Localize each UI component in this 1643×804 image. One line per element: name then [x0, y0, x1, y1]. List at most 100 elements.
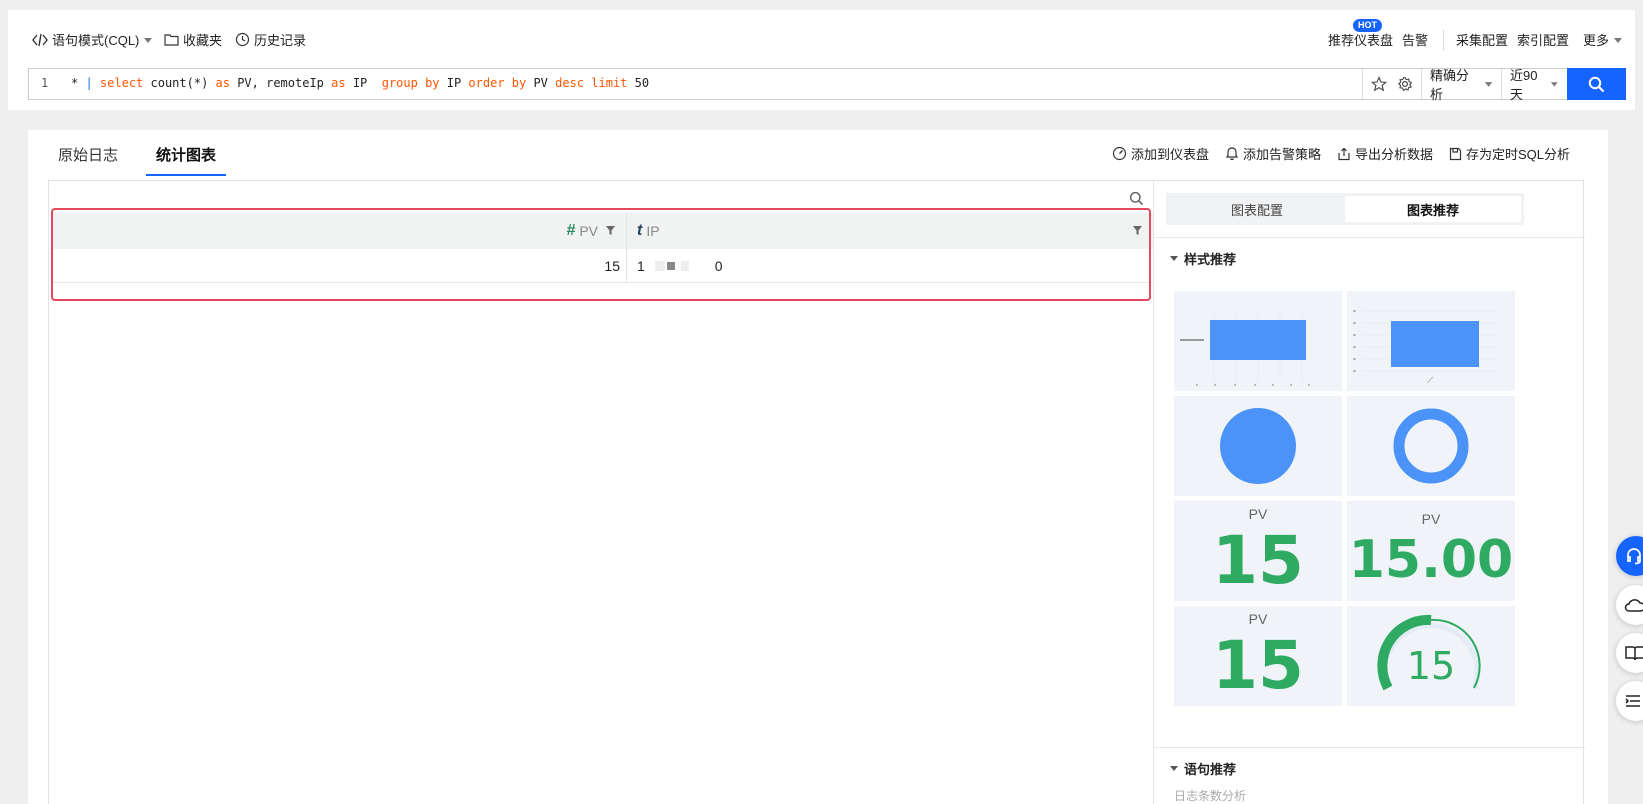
statement-recommend-header[interactable]: 语句推荐 [1170, 759, 1236, 778]
list-button[interactable] [1616, 681, 1643, 721]
statement-hint[interactable]: 日志条数分析 [1174, 787, 1246, 804]
time-range-select[interactable]: 近90天 [1501, 68, 1567, 102]
filter-icon[interactable] [1132, 225, 1143, 236]
save-scheduled-sql-button[interactable]: 存为定时SQL分析 [1449, 144, 1570, 163]
column-header-pv[interactable]: # PV [53, 213, 627, 249]
book-icon [1625, 646, 1643, 661]
search-button[interactable] [1567, 68, 1626, 100]
ip-suffix: 0 [714, 258, 723, 274]
thumb-metric-compact[interactable]: PV 15 [1174, 606, 1342, 706]
query-token: IP [345, 76, 382, 90]
cell-pv: 15 [53, 249, 627, 283]
query-mode-dropdown[interactable]: 语句模式(CQL) [32, 30, 153, 49]
caret-down-icon [144, 37, 153, 43]
more-dropdown[interactable]: 更多 [1583, 30, 1623, 49]
result-tabs: 原始日志 统计图表 [58, 144, 227, 176]
time-range-value: 近90天 [1510, 68, 1538, 102]
filter-icon[interactable] [605, 225, 616, 236]
query-token: IP [439, 76, 469, 90]
thumb-metric-decimal[interactable]: PV 15.00 [1347, 501, 1515, 601]
column-header-ip[interactable]: t IP [627, 213, 1153, 249]
recommended-dashboards-button[interactable]: 推荐仪表盘 [1328, 30, 1393, 49]
query-settings-button[interactable] [1395, 69, 1421, 99]
query-token: desc [555, 76, 585, 90]
docs-button[interactable] [1616, 633, 1643, 673]
tab-chart-recommend[interactable]: 图表推荐 [1345, 196, 1521, 222]
thumb-vertical-bar[interactable] [1347, 291, 1515, 391]
favorites-label: 收藏夹 [183, 33, 223, 48]
caret-down-icon [1614, 37, 1623, 43]
metric-value: 15 [1212, 522, 1304, 599]
collapse-arrow-icon [1170, 256, 1178, 261]
headset-icon [1627, 548, 1641, 565]
code-icon [32, 33, 48, 46]
table-search-button[interactable] [1129, 191, 1144, 209]
history-label: 历史记录 [254, 33, 307, 48]
query-token [93, 76, 100, 90]
metric-value: 15.00 [1348, 530, 1514, 590]
export-data-label: 导出分析数据 [1354, 147, 1433, 162]
query-token: as [215, 76, 230, 90]
chart-content: # PV t IP 15 1 0 图表配置 图表推荐 样式推荐 PV 15 PV… [48, 180, 1585, 804]
tab-raw-logs[interactable]: 原始日志 [58, 144, 118, 174]
collection-config-button[interactable]: 采集配置 [1456, 30, 1508, 49]
pie-chart-icon [1220, 408, 1296, 484]
export-data-button[interactable]: 导出分析数据 [1337, 144, 1433, 163]
chart-actions: 添加到仪表盘 添加告警策略 导出分析数据 存为定时SQL分析 [1112, 144, 1570, 163]
query-code[interactable]: * | select count(*) as PV, remoteIp as I… [71, 76, 649, 90]
caret-down-icon [1551, 82, 1559, 87]
query-token: limit [591, 76, 628, 90]
text-type-icon: t [637, 222, 643, 239]
favorite-query-button[interactable] [1362, 69, 1395, 99]
alarm-button[interactable]: 告警 [1402, 30, 1428, 49]
query-token: * [71, 76, 86, 90]
thumb-horizontal-bar[interactable] [1174, 291, 1342, 391]
query-token: as [331, 76, 346, 90]
table-row[interactable]: 15 1 0 [53, 249, 1153, 283]
folder-icon [164, 34, 179, 46]
column-name-pv: PV [579, 223, 598, 239]
query-editor[interactable]: 1 * | select count(*) as PV, remoteIp as… [28, 68, 1626, 102]
thumb-metric-integer[interactable]: PV 15 [1174, 501, 1342, 601]
chart-thumbnails: PV 15 PV 15.00 PV 15 15 [1174, 291, 1515, 706]
analysis-mode-select[interactable]: 精确分析 [1421, 68, 1501, 102]
thumb-donut[interactable] [1347, 396, 1515, 496]
history-button[interactable]: 历史记录 [235, 30, 306, 49]
tab-statistics-chart[interactable]: 统计图表 [146, 144, 227, 176]
list-icon [1625, 695, 1640, 707]
column-name-ip: IP [646, 223, 660, 239]
query-token: | [85, 76, 93, 90]
dashboard-icon [1112, 146, 1127, 161]
add-to-dashboard-button[interactable]: 添加到仪表盘 [1112, 144, 1209, 163]
save-icon [1449, 147, 1462, 160]
cloud-button[interactable] [1616, 585, 1643, 625]
metric-label: PV [1421, 511, 1441, 527]
metric-value: 15 [1212, 627, 1304, 704]
redaction-mask [691, 261, 713, 271]
style-recommend-header[interactable]: 样式推荐 [1170, 249, 1236, 268]
more-label: 更多 [1583, 33, 1610, 48]
tab-chart-config[interactable]: 图表配置 [1169, 196, 1345, 222]
number-type-icon: # [566, 222, 576, 239]
history-icon [235, 32, 250, 47]
statement-recommend-title: 语句推荐 [1184, 762, 1237, 777]
support-button[interactable] [1616, 536, 1643, 576]
query-tools: 精确分析 近90天 [1362, 68, 1567, 102]
query-token: 50 [627, 76, 650, 90]
redaction-mask [654, 261, 665, 271]
top-toolbar: 语句模式(CQL) 收藏夹 历史记录 推荐仪表盘 告警 采集配置 索引配置 更多… [8, 10, 1635, 110]
favorites-button[interactable]: 收藏夹 [164, 30, 222, 49]
bell-icon [1225, 147, 1239, 161]
analysis-panel: 原始日志 统计图表 添加到仪表盘 添加告警策略 导出分析数据 存为定时SQL分析… [28, 130, 1608, 804]
gauge-value: 15 [1406, 644, 1456, 688]
thumb-pie[interactable] [1174, 396, 1342, 496]
caret-down-icon [1484, 82, 1493, 87]
thumb-gauge[interactable]: 15 [1347, 606, 1515, 706]
add-alarm-policy-button[interactable]: 添加告警策略 [1225, 144, 1321, 163]
recommended-dashboards-label: 推荐仪表盘 [1328, 33, 1394, 48]
star-icon [1371, 76, 1387, 92]
index-config-button[interactable]: 索引配置 [1517, 30, 1569, 49]
query-token: count(*) [143, 76, 216, 90]
donut-chart-icon [1393, 408, 1469, 484]
toolbar-divider [1443, 30, 1444, 51]
